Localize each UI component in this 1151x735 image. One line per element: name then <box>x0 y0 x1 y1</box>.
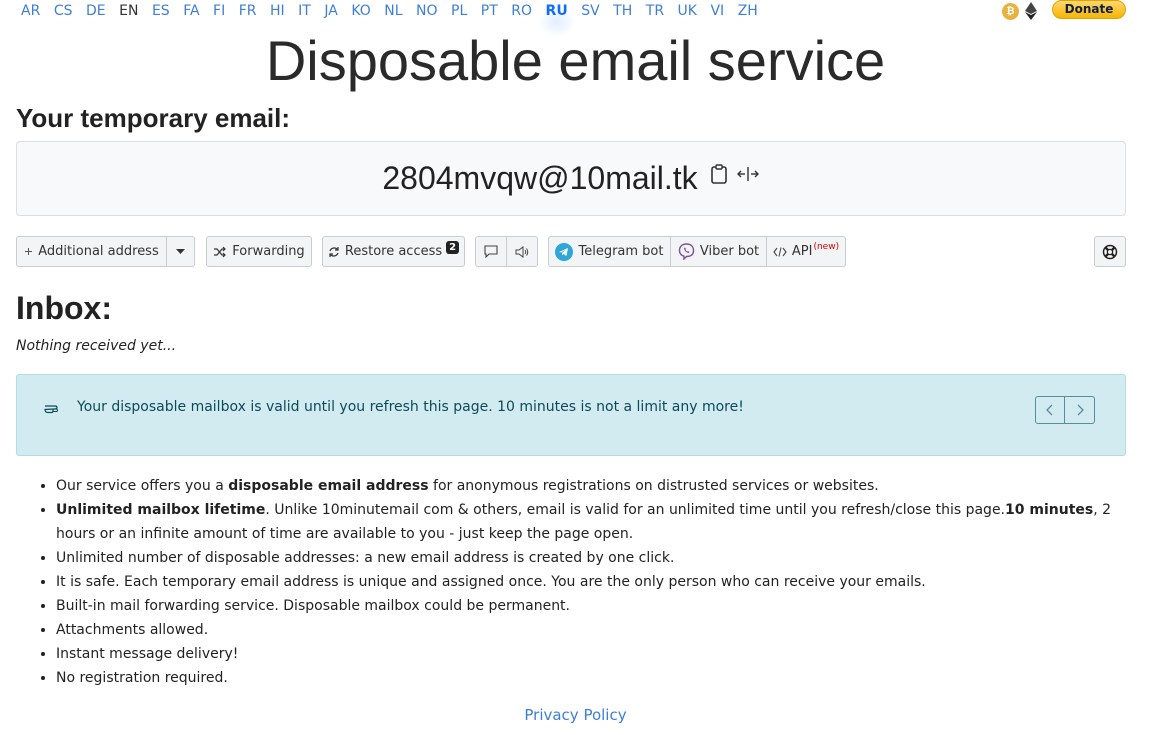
language-link-es[interactable]: ES <box>152 1 170 23</box>
bitcoin-icon[interactable]: ₿ <box>1002 2 1019 20</box>
additional-address-dropdown[interactable] <box>166 236 195 267</box>
chat-button[interactable] <box>475 236 507 267</box>
language-link-nl[interactable]: NL <box>384 1 402 23</box>
language-link-ru[interactable]: RU <box>537 1 576 37</box>
next-tip-button[interactable] <box>1065 396 1095 424</box>
language-link-ko[interactable]: KO <box>351 1 370 23</box>
previous-tip-button[interactable] <box>1035 396 1065 424</box>
feature-text: Unlimited number of disposable addresses… <box>56 550 675 566</box>
email-box: 2804mvqw@10mail.tk <box>16 141 1126 216</box>
additional-address-label: Additional address <box>38 244 159 259</box>
chevron-left-icon <box>1046 404 1053 416</box>
resize-icon[interactable] <box>736 166 760 182</box>
telegram-bot-button[interactable]: Telegram bot <box>548 236 671 267</box>
language-link-ar[interactable]: AR <box>21 1 40 23</box>
language-link-it[interactable]: IT <box>298 1 311 23</box>
forwarding-button[interactable]: Forwarding <box>206 236 312 267</box>
inbox-empty-text: Nothing received yet... <box>16 338 177 354</box>
api-new-badge: (new) <box>813 241 840 252</box>
language-link-zh[interactable]: ZH <box>738 1 758 23</box>
feature-text: Built-in mail forwarding service. Dispos… <box>56 598 571 614</box>
restore-access-label: Restore access <box>344 244 443 259</box>
feature-text: Our service offers you a <box>56 478 229 494</box>
language-link-cs[interactable]: CS <box>54 1 73 23</box>
donate-button[interactable]: Donate <box>1052 0 1126 19</box>
language-link-fi[interactable]: FI <box>213 1 225 23</box>
info-alert: Your disposable mailbox is valid until y… <box>16 374 1126 456</box>
feature-item: Instant message delivery! <box>56 642 1146 666</box>
language-link-fr[interactable]: FR <box>239 1 257 23</box>
feature-item: Built-in mail forwarding service. Dispos… <box>56 594 1146 618</box>
chevron-right-icon <box>1077 404 1084 416</box>
language-link-ja[interactable]: JA <box>324 1 337 23</box>
feature-item: Attachments allowed. <box>56 618 1146 642</box>
language-link-sv[interactable]: SV <box>581 1 599 23</box>
feature-emphasis: 10 minutes <box>1005 502 1094 518</box>
telegram-bot-label: Telegram bot <box>578 244 664 259</box>
feature-text: Instant message delivery! <box>56 646 239 662</box>
feature-text: No registration required. <box>56 670 228 686</box>
inbox-heading: Inbox: <box>16 290 112 326</box>
privacy-policy-link[interactable]: Privacy Policy <box>0 706 1151 724</box>
api-label: API <box>791 244 813 259</box>
language-link-uk[interactable]: UK <box>678 1 697 23</box>
language-link-pt[interactable]: PT <box>481 1 498 23</box>
code-icon <box>773 246 787 257</box>
sound-button[interactable] <box>506 236 538 267</box>
speaker-icon <box>515 245 529 258</box>
language-link-ro[interactable]: RO <box>511 1 532 23</box>
language-link-de[interactable]: DE <box>86 1 106 23</box>
additional-address-button[interactable]: Additional address <box>16 236 167 267</box>
page-title: Disposable email service <box>265 29 886 92</box>
feature-item: Unlimited number of disposable addresses… <box>56 546 1146 570</box>
language-link-en[interactable]: EN <box>119 1 138 23</box>
chat-icon <box>484 245 498 258</box>
api-button[interactable]: API (new) <box>766 236 846 267</box>
feature-text: . Unlike 10minutemail com & others, emai… <box>265 502 1006 518</box>
alert-pager <box>1035 396 1095 424</box>
feature-text: for anonymous registrations on distruste… <box>428 478 879 494</box>
language-link-no[interactable]: NO <box>416 1 438 23</box>
feature-item: Unlimited mailbox lifetime. Unlike 10min… <box>56 498 1146 546</box>
feature-text: It is safe. Each temporary email address… <box>56 574 926 590</box>
language-link-pl[interactable]: PL <box>451 1 467 23</box>
feature-text: Attachments allowed. <box>56 622 209 638</box>
language-bar: AR CS DE EN ES FA FI FR HI IT JA KO NL NO PL PT RO RU SV TH… <box>21 1 771 37</box>
email-address[interactable]: 2804mvqw@10mail.tk <box>382 160 697 197</box>
viber-bot-button[interactable]: Viber bot <box>670 236 767 267</box>
help-button[interactable] <box>1094 236 1126 267</box>
telegram-icon <box>555 242 574 261</box>
feature-item: It is safe. Each temporary email address… <box>56 570 1146 594</box>
caret-down-icon <box>176 248 185 254</box>
email-heading: Your temporary email: <box>16 103 291 133</box>
viber-icon <box>678 243 695 260</box>
lifebuoy-icon <box>1102 244 1118 259</box>
feature-emphasis: disposable email address <box>228 478 429 494</box>
restore-access-badge: 2 <box>446 241 460 254</box>
alert-text: Your disposable mailbox is valid until y… <box>77 399 744 415</box>
language-link-vi[interactable]: VI <box>710 1 724 23</box>
ethereum-icon[interactable] <box>1025 2 1037 20</box>
features-list: Our service offers you a disposable emai… <box>16 474 1146 690</box>
refresh-icon <box>329 246 339 257</box>
clipboard-icon[interactable] <box>710 163 728 184</box>
crypto-icons: ₿ <box>1002 2 1037 20</box>
language-link-fa[interactable]: FA <box>183 1 199 23</box>
viber-bot-label: Viber bot <box>699 244 760 259</box>
feature-emphasis: Unlimited mailbox lifetime <box>56 502 266 518</box>
language-link-tr[interactable]: TR <box>646 1 664 23</box>
plus-icon <box>25 248 33 255</box>
action-toolbar: Additional address Forwarding Restore ac… <box>16 236 1126 267</box>
language-link-hi[interactable]: HI <box>270 1 285 23</box>
language-link-th[interactable]: TH <box>613 1 632 23</box>
shuffle-icon <box>214 246 227 257</box>
feature-item: No registration required. <box>56 666 1146 690</box>
restore-access-button[interactable]: Restore access 2 <box>322 236 465 267</box>
forwarding-label: Forwarding <box>232 244 305 259</box>
feature-item: Our service offers you a disposable emai… <box>56 474 1146 498</box>
pointing-hand-icon <box>44 405 59 414</box>
